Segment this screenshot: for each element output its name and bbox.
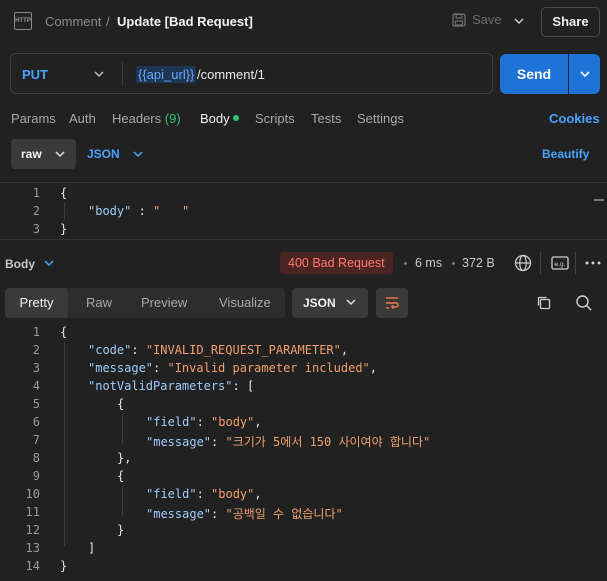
method-chevron-down-icon[interactable] (93, 68, 105, 80)
tab-body[interactable]: Body (200, 111, 230, 126)
code-line: ] (88, 541, 96, 555)
tab-auth[interactable]: Auth (69, 111, 96, 126)
body-language-chevron-icon[interactable] (132, 148, 144, 160)
save-label: Save (472, 12, 502, 27)
line-number: 7 (32, 433, 40, 447)
line-number: 1 (32, 325, 40, 339)
save-icon (452, 12, 466, 27)
line-number: 3 (32, 361, 40, 375)
code-line: "message": "Invalid parameter included", (88, 361, 378, 375)
http-request-icon: HTTP (14, 12, 32, 30)
response-format-label: JSON (303, 296, 336, 310)
response-size[interactable]: 372 B (462, 256, 495, 270)
tab-pretty[interactable]: Pretty (5, 288, 68, 318)
tab-raw[interactable]: Raw (86, 295, 112, 310)
response-section-chevron-icon[interactable] (43, 257, 55, 269)
editor-scrollbar[interactable] (594, 199, 604, 201)
beautify-button[interactable]: Beautify (542, 147, 589, 161)
url-variable[interactable]: {{api_url}} (136, 66, 197, 83)
tab-settings[interactable]: Settings (357, 111, 404, 126)
code-line: "code": "INVALID_REQUEST_PARAMETER", (88, 343, 349, 357)
code-line: { (60, 186, 68, 200)
response-section-select[interactable]: Body (5, 257, 35, 271)
headers-count: (9) (164, 111, 181, 126)
tab-headers[interactable]: Headers (9) (112, 111, 181, 126)
code-line: { (60, 325, 68, 339)
tab-tests[interactable]: Tests (311, 111, 341, 126)
code-line: { (117, 469, 125, 483)
line-number: 13 (25, 541, 40, 555)
save-response-example-icon[interactable]: e.g. (551, 256, 569, 270)
code-line: } (117, 523, 125, 537)
line-number: 14 (25, 559, 40, 573)
code-line: } (60, 222, 68, 236)
request-title[interactable]: Update [Bad Request] (117, 14, 253, 29)
body-language-select[interactable]: JSON (87, 147, 120, 161)
globe-icon[interactable] (514, 254, 532, 272)
indent-guide (64, 342, 65, 546)
code-line: "message": "공백일 수 없습니다" (146, 507, 343, 521)
tab-headers-label: Headers (112, 111, 162, 126)
line-number: 3 (32, 222, 40, 236)
tab-scripts[interactable]: Scripts (255, 111, 295, 126)
tab-preview[interactable]: Preview (141, 295, 187, 310)
breadcrumb-collection[interactable]: Comment (45, 14, 101, 29)
code-line: "field": "body", (146, 415, 262, 429)
copy-icon[interactable] (536, 295, 552, 311)
share-button[interactable]: Share (541, 7, 600, 37)
code-line: "notValidParameters": [ (88, 379, 255, 393)
status-badge[interactable]: 400 Bad Request (280, 252, 393, 274)
body-active-dot (233, 115, 239, 121)
line-number: 5 (32, 397, 40, 411)
line-number: 11 (25, 505, 40, 519)
chevron-down-icon (579, 71, 590, 78)
line-number: 9 (32, 469, 40, 483)
indent-guide (64, 202, 65, 220)
save-options-chevron-icon[interactable] (512, 14, 526, 28)
line-number: 2 (32, 204, 40, 218)
indent-guide (122, 414, 123, 444)
line-number: 10 (25, 487, 40, 501)
code-line: "body" : " " (88, 204, 190, 218)
wrap-lines-icon (386, 297, 399, 310)
breadcrumb-separator: / (106, 14, 110, 29)
separator-dot (404, 262, 407, 265)
line-number: 12 (25, 523, 40, 537)
search-icon[interactable] (575, 294, 593, 312)
more-options-icon[interactable] (583, 256, 603, 270)
cookies-link[interactable]: Cookies (549, 111, 600, 126)
send-options-button[interactable] (569, 54, 600, 94)
method-select[interactable]: PUT (22, 67, 48, 82)
separator-dot (452, 262, 455, 265)
response-format-chevron-icon (346, 299, 356, 306)
body-mode-chevron-icon (55, 151, 65, 158)
svg-text:e.g.: e.g. (554, 261, 565, 268)
tab-params[interactable]: Params (11, 111, 56, 126)
code-line: } (60, 559, 68, 573)
send-button[interactable]: Send (500, 54, 568, 94)
code-line: "field": "body", (146, 487, 262, 501)
url-input[interactable]: /comment/1 (197, 67, 265, 82)
code-line: { (117, 397, 125, 411)
line-number: 2 (32, 343, 40, 357)
divider (575, 252, 576, 274)
response-time[interactable]: 6 ms (415, 256, 442, 270)
code-line: "message": "크기가 5에서 150 사이여야 합니다" (146, 435, 431, 449)
line-number: 6 (32, 415, 40, 429)
indent-guide (122, 486, 123, 516)
tab-visualize[interactable]: Visualize (219, 295, 271, 310)
code-line: }, (117, 451, 132, 465)
line-number: 1 (32, 186, 40, 200)
divider (540, 252, 541, 274)
wrap-lines-button[interactable] (376, 288, 408, 318)
save-button[interactable]: Save (452, 12, 502, 27)
line-number: 8 (32, 451, 40, 465)
url-divider (122, 62, 123, 86)
line-number: 4 (32, 379, 40, 393)
body-mode-label: raw (21, 147, 42, 161)
